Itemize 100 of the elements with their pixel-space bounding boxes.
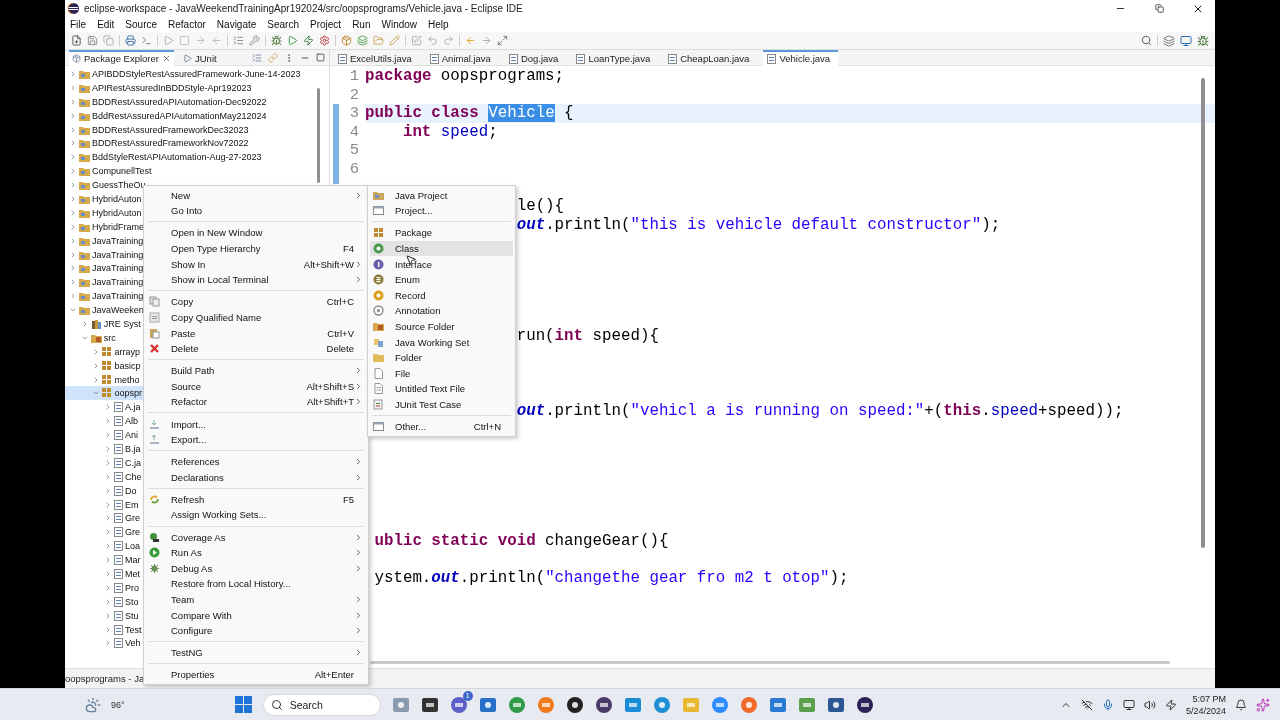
search-icon[interactable]: [270, 698, 283, 711]
menu-item[interactable]: New: [146, 187, 366, 204]
chevron-right-icon[interactable]: [69, 167, 77, 176]
menu-bar-item[interactable]: Project: [310, 19, 342, 30]
document-app-icon[interactable]: [826, 695, 845, 714]
chevron-right-icon[interactable]: [69, 292, 77, 301]
browser-icon[interactable]: [536, 695, 555, 714]
previous-edit-icon[interactable]: [465, 35, 476, 46]
tree-item[interactable]: B.ja: [65, 442, 142, 456]
chevron-right-icon[interactable]: [69, 83, 77, 92]
menu-item[interactable]: Properties Alt+Enter: [146, 667, 366, 683]
stop-icon[interactable]: [179, 35, 190, 46]
tree-item[interactable]: src: [65, 330, 117, 345]
tree-item[interactable]: BddStyleRestAPIAutomation-Aug-27-2023: [65, 150, 263, 165]
edit-icon[interactable]: [389, 35, 400, 46]
chevron-right-icon[interactable]: [69, 278, 77, 287]
menu-item[interactable]: Source Alt+Shift+S: [146, 378, 366, 395]
scrollbar-thumb[interactable]: [1201, 78, 1205, 548]
network-icon[interactable]: [1122, 698, 1135, 711]
menu-item[interactable]: Compare With: [146, 607, 366, 623]
tree-item[interactable]: Em: [65, 497, 140, 512]
menu-item[interactable]: Java Working Set: [370, 334, 513, 350]
external-tools-icon[interactable]: [319, 35, 330, 46]
browser-icon[interactable]: [507, 695, 526, 714]
tree-item[interactable]: Veh: [65, 636, 142, 651]
open-type-icon[interactable]: [373, 35, 384, 46]
store-icon[interactable]: [478, 695, 497, 714]
menu-item[interactable]: Folder: [370, 349, 513, 366]
square-app-icon[interactable]: [623, 695, 642, 714]
menu-item[interactable]: Source Folder: [370, 318, 513, 335]
editor-tab[interactable]: Dog.java: [504, 49, 567, 66]
scrollbar-thumb[interactable]: [370, 661, 1170, 664]
tree-item[interactable]: C.ja: [65, 455, 143, 470]
menu-item[interactable]: Copy Qualified Name: [146, 309, 366, 326]
menu-item[interactable]: Team: [146, 591, 366, 608]
pin-icon[interactable]: [497, 35, 508, 46]
tree-item[interactable]: Gre: [65, 511, 142, 526]
tree-item[interactable]: BDDRestAssuredAPIAutomation-Dec92022: [65, 94, 268, 109]
menu-item[interactable]: Open in New Window: [146, 225, 366, 241]
menu-item[interactable]: Show in Local Terminal: [146, 271, 366, 288]
menu-item[interactable]: Delete Delete: [146, 340, 366, 357]
print-icon[interactable]: [125, 35, 136, 46]
chevron-right-icon[interactable]: [69, 125, 77, 134]
tree-item[interactable]: Gre: [65, 525, 142, 540]
menu-item[interactable]: Interface: [370, 256, 513, 272]
tree-item[interactable]: A.ja: [65, 400, 142, 415]
tree-item[interactable]: Loa: [65, 539, 142, 554]
eclipse-icon[interactable]: [855, 695, 874, 714]
tree-item[interactable]: Ani: [65, 428, 140, 443]
round-app-icon[interactable]: [594, 695, 613, 714]
menu-item[interactable]: Refactor Alt+Shift+T: [146, 394, 366, 410]
step-icon[interactable]: [195, 35, 206, 46]
copilot-icon[interactable]: [1256, 697, 1270, 712]
editor-tab[interactable]: CheapLoan.java: [664, 49, 758, 66]
chevron-right-icon[interactable]: [69, 181, 77, 190]
menu-bar-item[interactable]: Navigate: [216, 19, 257, 30]
menu-item[interactable]: Paste Ctrl+V: [146, 325, 366, 341]
weather-icon[interactable]: [85, 696, 101, 713]
skip-icon[interactable]: [163, 35, 174, 46]
menu-item[interactable]: Untitled Text File: [370, 381, 513, 397]
step-back-icon[interactable]: [211, 35, 222, 46]
menu-item[interactable]: Record: [370, 287, 513, 304]
next-edit-icon[interactable]: [481, 35, 492, 46]
tree-item[interactable]: Met: [65, 567, 142, 581]
save-all-icon[interactable]: [103, 35, 114, 46]
chevron-right-icon[interactable]: [69, 97, 77, 106]
tree-item[interactable]: APIRestAssuredInBDDStyle-Apr192023: [65, 80, 253, 95]
menu-item[interactable]: Go Into: [146, 203, 366, 219]
new-package-icon[interactable]: [341, 35, 352, 46]
menu-item[interactable]: Show In Alt+Shift+W: [146, 256, 366, 272]
chevron-right-icon[interactable]: [69, 236, 77, 245]
menu-item[interactable]: Build Path: [146, 362, 366, 379]
search-field[interactable]: Search: [262, 693, 381, 716]
chevron-right-icon[interactable]: [69, 250, 77, 259]
menu-item[interactable]: Class: [370, 240, 513, 257]
menu-item[interactable]: Export...: [146, 431, 366, 448]
menu-item[interactable]: Annotation: [370, 303, 513, 319]
microphone-icon[interactable]: [1101, 698, 1114, 711]
tree-item[interactable]: BDDRestAssuredFrameworkDec32023: [65, 122, 250, 137]
image-app-icon[interactable]: [797, 695, 816, 714]
menu-item[interactable]: Java Project: [370, 187, 513, 204]
notification-icon[interactable]: [1235, 698, 1247, 711]
code-editor-icon[interactable]: [768, 695, 787, 714]
menu-item[interactable]: Declarations: [146, 469, 366, 486]
tree-item[interactable]: JavaTraining: [65, 261, 145, 276]
tree-item[interactable]: Do: [65, 483, 138, 498]
debug-icon[interactable]: [271, 35, 282, 46]
windows-logo-icon[interactable]: [234, 696, 252, 713]
tree-item[interactable]: JavaTraining: [65, 275, 145, 290]
wrench-icon[interactable]: [249, 35, 260, 46]
tree-item[interactable]: CompunellTest: [65, 164, 153, 179]
tree-item[interactable]: BddRestAssuredAPIAutomationMay212024: [65, 108, 268, 123]
tree-item[interactable]: JavaTraining: [65, 233, 145, 248]
editor-tab[interactable]: Animal.java: [425, 49, 499, 66]
speaker-icon[interactable]: [1143, 698, 1156, 711]
menu-item[interactable]: Configure: [146, 622, 366, 639]
menu-bar-item[interactable]: Edit: [97, 19, 115, 30]
forward-icon[interactable]: [443, 35, 454, 46]
perspective-icon[interactable]: [1180, 34, 1192, 47]
tree-item[interactable]: JavaTraining: [65, 247, 145, 262]
